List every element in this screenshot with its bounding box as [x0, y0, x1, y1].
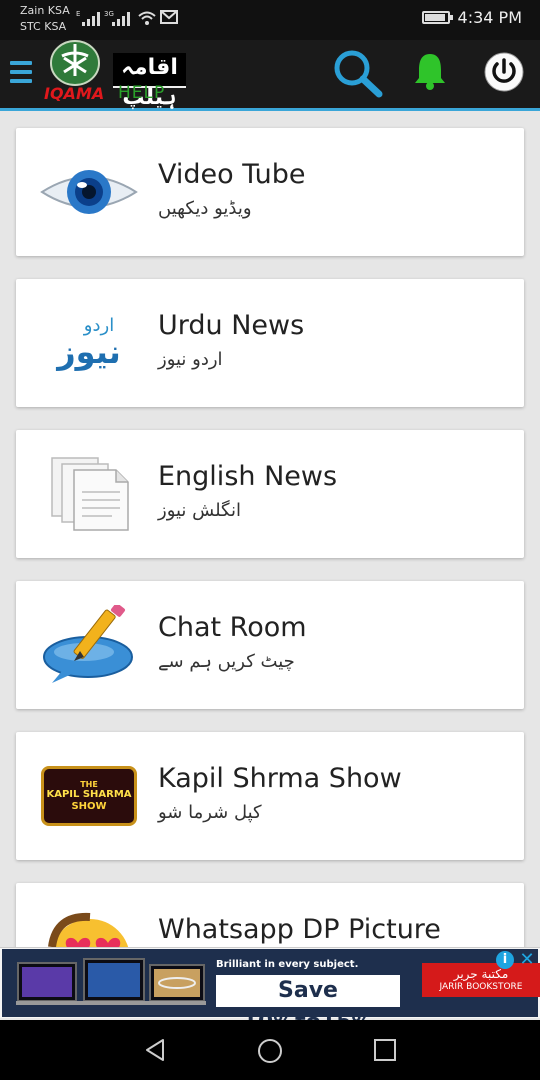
carrier-2: STC KSA [20, 20, 67, 33]
svg-text:E: E [76, 10, 80, 18]
ad-tagline: Brilliant in every subject. [216, 959, 359, 970]
signal-2-icon: 3G [104, 10, 130, 26]
item-title: Video Tube [158, 159, 306, 190]
ad-info-icon[interactable]: i [496, 951, 514, 969]
item-subtitle: ویڈیو دیکھیں [158, 198, 252, 219]
signal-1-icon: E [76, 10, 100, 26]
ad-save-text: Save 10%to15% [216, 975, 400, 1035]
logo-help-text: HELP [118, 83, 166, 103]
power-icon[interactable] [483, 51, 525, 93]
item-subtitle: کپل شرما شو [158, 802, 262, 823]
ad-content[interactable]: Brilliant in every subject. Save 10%to15… [2, 949, 540, 1035]
battery-icon [421, 11, 453, 24]
menu-icon[interactable] [10, 61, 32, 88]
list-item-video-tube[interactable]: Video Tube ویڈیو دیکھیں [16, 128, 524, 256]
app-bar-divider [0, 108, 540, 111]
ad-close-icon[interactable]: ✕ [518, 951, 536, 969]
notification-bell-icon[interactable] [413, 50, 447, 90]
eye-icon [40, 170, 138, 214]
kapil-logo-main: KAPIL SHARMA [46, 788, 132, 800]
logo-iqama-text: IQAMA [44, 84, 105, 103]
system-nav-bar [0, 1020, 540, 1080]
item-subtitle: انگلش نیوز [158, 500, 242, 521]
chat-pencil-icon [43, 605, 133, 683]
list-item-chat-room[interactable]: Chat Room چیٹ کریں ہم سے [16, 581, 524, 709]
saudi-emblem-icon [50, 40, 100, 86]
item-title: Whatsapp DP Picture [158, 914, 441, 945]
search-icon[interactable] [330, 48, 386, 100]
urdu-news-logo: اردو نیوز [40, 303, 138, 383]
item-title: Chat Room [158, 612, 307, 643]
kapil-logo-the: THE [80, 779, 98, 789]
back-icon[interactable] [143, 1038, 167, 1062]
home-icon[interactable] [257, 1038, 283, 1064]
mail-icon [160, 10, 178, 24]
carrier-labels: Zain KSA STC KSA [20, 3, 70, 35]
list-item-kapil-show[interactable]: THE KAPIL SHARMA SHOW Kapil Shrma Show ک… [16, 732, 524, 860]
item-title: Kapil Shrma Show [158, 763, 402, 794]
documents-icon [51, 457, 129, 531]
wifi-icon [138, 11, 156, 25]
list-item-urdu-news[interactable]: اردو نیوز Urdu News اردو نیوز [16, 279, 524, 407]
ad-brand-name: JARIR BOOKSTORE [439, 982, 523, 992]
item-title: Urdu News [158, 310, 305, 341]
urdu-news-logo-main: نیوز [57, 333, 121, 371]
recents-icon[interactable] [373, 1038, 397, 1062]
carrier-1: Zain KSA [20, 4, 70, 17]
ad-laptops-image [16, 958, 206, 1005]
svg-text:3G: 3G [104, 10, 114, 18]
kapil-show-logo: THE KAPIL SHARMA SHOW [40, 756, 138, 836]
item-title: English News [158, 461, 338, 492]
clock: 4:34 PM [457, 8, 522, 27]
list-item-english-news[interactable]: English News انگلش نیوز [16, 430, 524, 558]
item-subtitle: چیٹ کریں ہم سے [158, 651, 295, 672]
ad-banner[interactable]: Brilliant in every subject. Save 10%to15… [0, 947, 540, 1035]
kapil-logo-show: SHOW [71, 800, 107, 812]
item-subtitle: اردو نیوز [158, 349, 223, 370]
status-bar: Zain KSA STC KSA E 3G 4:34 PM [0, 0, 540, 40]
